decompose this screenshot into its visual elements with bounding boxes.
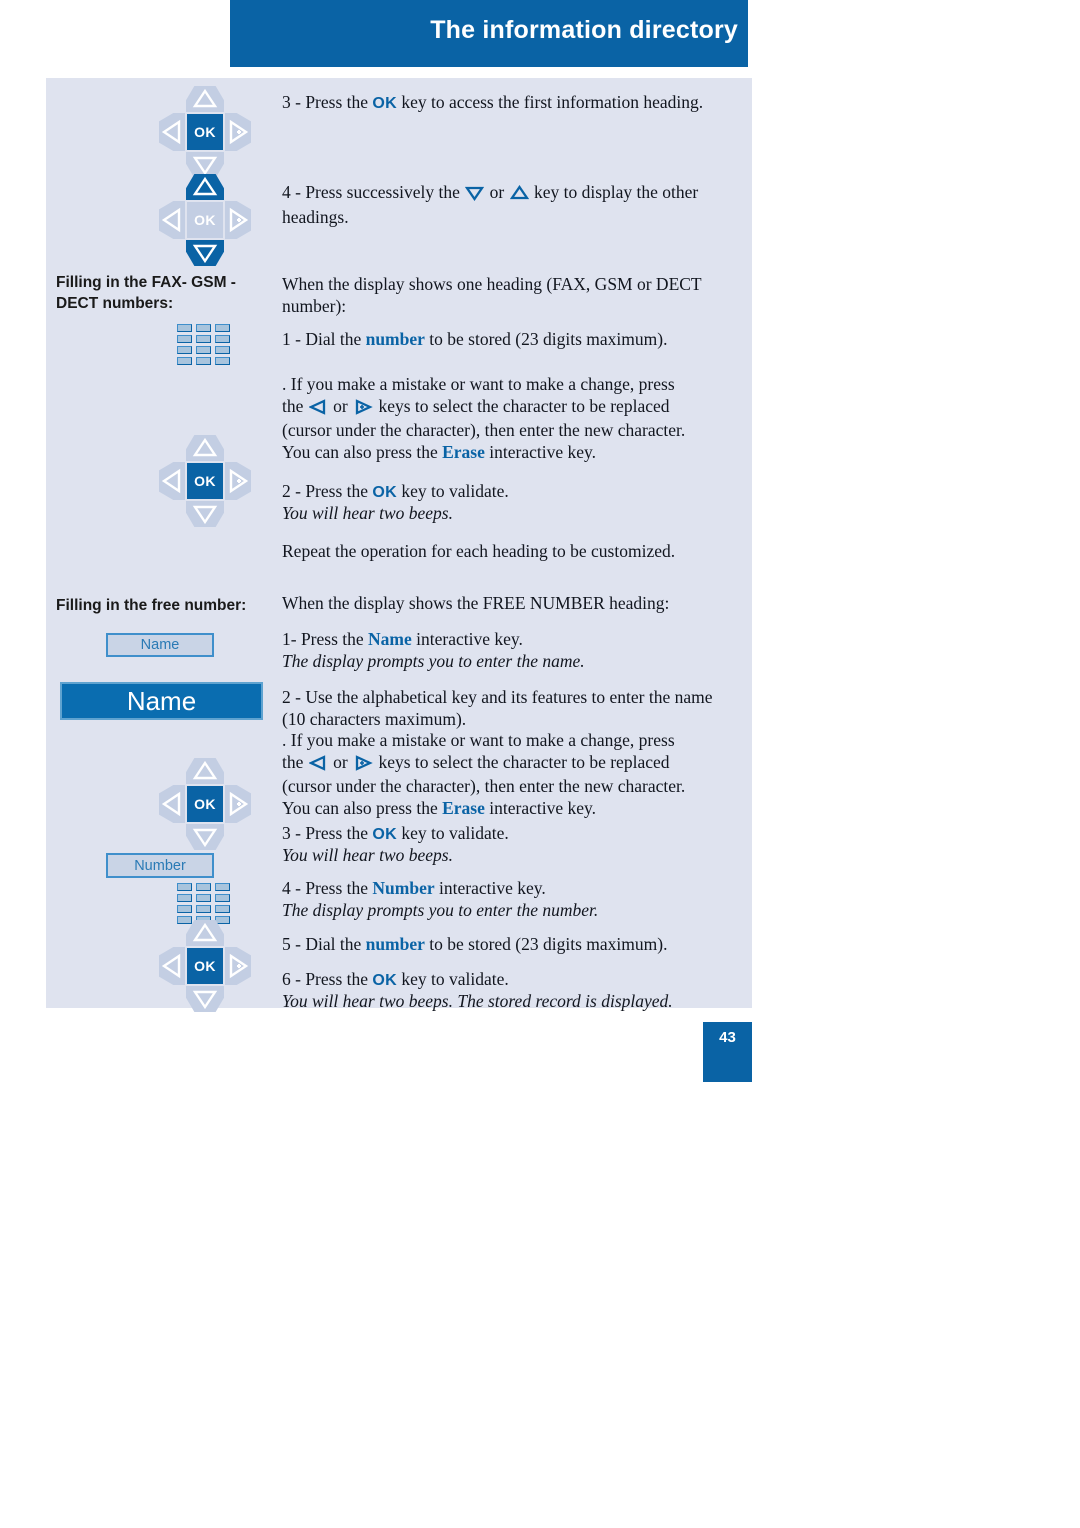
- arrow-up-icon: [509, 184, 529, 207]
- nav-ok-center: OK: [187, 114, 223, 150]
- icon-column: OK OK Filling in the FAX- GSM - DECT num…: [46, 78, 278, 1012]
- keypad-key: [196, 335, 211, 343]
- instruction-free-step-1: 1- Press the Name interactive key.: [282, 629, 523, 649]
- ok-key-text: OK: [372, 972, 398, 989]
- keypad-key: [215, 346, 230, 354]
- nav-ok-center: OK: [187, 948, 223, 984]
- keypad-key: [177, 905, 192, 913]
- nav-ok-center: OK: [187, 202, 223, 238]
- navigation-pad-icon-updown: OK: [159, 174, 251, 266]
- arrow-right-icon: [353, 754, 373, 777]
- instruction-step-4-headings: 4 - Press successively the or key to dis…: [282, 182, 699, 227]
- keypad-key: [177, 346, 192, 354]
- keypad-key: [177, 883, 192, 891]
- page-title: The information directory: [430, 16, 738, 44]
- two-beeps-note: You will hear two beeps.: [282, 503, 453, 523]
- section-heading-free-number: Filling in the free number:: [56, 597, 247, 614]
- navigation-pad-icon-ok: OK: [159, 435, 251, 527]
- keypad-key: [215, 905, 230, 913]
- erase-keyword: Erase: [442, 441, 485, 462]
- keypad-key: [196, 905, 211, 913]
- keypad-key: [177, 335, 192, 343]
- mistake-correction-note: . If you make a mistake or want to make …: [282, 374, 686, 462]
- fax-section-intro: When the display shows one heading (FAX,…: [282, 274, 702, 316]
- ok-key-text: OK: [372, 484, 398, 501]
- name-keyword: Name: [368, 629, 412, 649]
- keypad-key: [196, 883, 211, 891]
- prompt-enter-name-note: The display prompts you to enter the nam…: [282, 651, 585, 671]
- arrow-left-icon: [308, 754, 328, 777]
- instruction-free-step-3: 3 - Press the OK key to validate.: [282, 823, 509, 843]
- number-keyword: number: [365, 934, 425, 954]
- ok-key-text: OK: [372, 95, 398, 112]
- instruction-step-3-access: 3 - Press the OK key to access the first…: [282, 92, 704, 112]
- section-heading-fax-gsm-dect: Filling in the FAX- GSM - DECT numbers:: [56, 274, 236, 312]
- nav-ok-center: OK: [187, 786, 223, 822]
- keypad-key: [196, 324, 211, 332]
- prompt-enter-number-note: The display prompts you to enter the num…: [282, 900, 599, 920]
- instruction-free-step-5: 5 - Dial the number to be stored (23 dig…: [282, 934, 668, 954]
- navigation-pad-icon-ok: OK: [159, 758, 251, 850]
- mistake-correction-note: . If you make a mistake or want to make …: [282, 730, 686, 818]
- final-stored-record-note: You will hear two beeps. The stored reco…: [282, 991, 673, 1011]
- keypad-key: [196, 357, 211, 365]
- ok-key-text: OK: [372, 826, 398, 843]
- keypad-key: [215, 335, 230, 343]
- instruction-fax-step-2: 2 - Press the OK key to validate.: [282, 481, 509, 501]
- content-panel: OK OK Filling in the FAX- GSM - DECT num…: [46, 78, 752, 1012]
- keypad-key: [196, 894, 211, 902]
- keypad-icon: [177, 324, 233, 370]
- erase-keyword: Erase: [442, 797, 485, 818]
- keypad-key: [196, 346, 211, 354]
- instruction-free-step-4: 4 - Press the Number interactive key.: [282, 878, 546, 898]
- arrow-right-icon: [353, 398, 373, 421]
- keypad-key: [177, 357, 192, 365]
- nav-ok-center: OK: [187, 463, 223, 499]
- keypad-key: [215, 883, 230, 891]
- navigation-pad-icon-ok: OK: [159, 920, 251, 1012]
- keypad-key: [215, 324, 230, 332]
- keypad-key: [215, 357, 230, 365]
- arrow-down-icon: [465, 185, 485, 207]
- keypad-key: [215, 894, 230, 902]
- repeat-operation-note: Repeat the operation for each heading to…: [282, 541, 676, 561]
- number-softkey-keyword: Number: [372, 878, 435, 898]
- softkey-number-button[interactable]: Number: [106, 853, 214, 878]
- keypad-key: [177, 894, 192, 902]
- arrow-left-icon: [308, 398, 328, 421]
- free-number-section-intro: When the display shows the FREE NUMBER h…: [282, 593, 670, 613]
- page-header-bar: The information directory: [230, 0, 748, 67]
- instruction-free-step-2: 2 - Use the alphabetical key and its fea…: [282, 687, 713, 729]
- display-name-bar: Name: [60, 682, 263, 720]
- keypad-key: [177, 324, 192, 332]
- instruction-fax-step-1: 1 - Dial the number to be stored (23 dig…: [282, 329, 668, 349]
- navigation-pad-icon-ok: OK: [159, 86, 251, 178]
- number-keyword: number: [365, 329, 425, 349]
- page-number-badge: 43: [703, 1022, 752, 1082]
- instruction-free-step-6: 6 - Press the OK key to validate.: [282, 969, 509, 989]
- softkey-name-button[interactable]: Name: [106, 633, 214, 657]
- two-beeps-note: You will hear two beeps.: [282, 845, 453, 865]
